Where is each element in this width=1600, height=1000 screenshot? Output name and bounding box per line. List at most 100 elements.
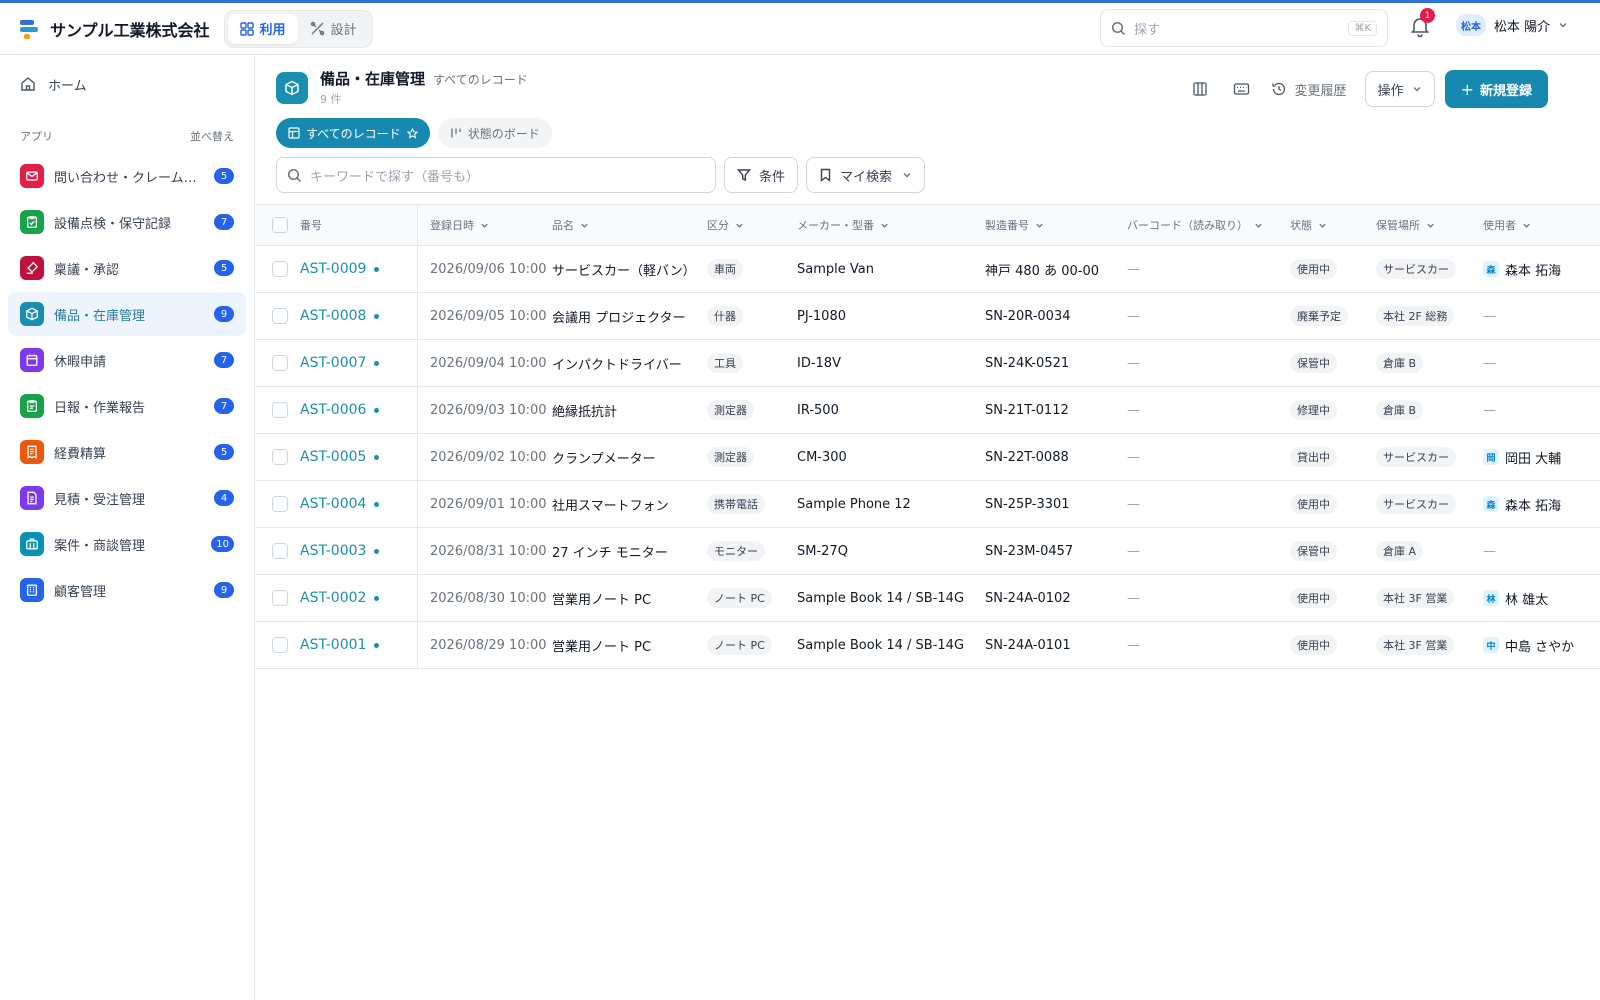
kubun-tag: 工具	[707, 353, 743, 373]
cell-user: 林 雄太	[1505, 592, 1549, 608]
col-header-state[interactable]: 状態	[1290, 217, 1376, 233]
my-search-button[interactable]: マイ検索	[806, 157, 926, 193]
col-header-serial[interactable]: 製造番号	[985, 217, 1127, 233]
new-record-label: 新規登録	[1479, 83, 1532, 99]
select-all-checkbox[interactable]	[272, 217, 288, 233]
row-checkbox[interactable]	[272, 590, 288, 606]
operations-button[interactable]: 操作	[1364, 71, 1435, 107]
record-link[interactable]: AST-0002	[300, 590, 366, 606]
sidebar-item-home-label: ホーム	[48, 78, 87, 94]
table-row[interactable]: AST-0009 2026/09/06 10:00 サービスカー（軽バン） 車両 Sam…	[256, 246, 1600, 293]
filter-button[interactable]: 条件	[724, 157, 799, 193]
user-menu[interactable]: 松本 松本 陽介	[1456, 14, 1568, 36]
sidebar-item-home[interactable]: ホーム	[0, 64, 254, 104]
status-dot	[374, 454, 380, 460]
col-header-barcode[interactable]: バーコード（読み取り）	[1127, 217, 1290, 233]
tab-status-board[interactable]: 状態のボード	[437, 118, 552, 148]
keyword-search-input[interactable]: キーワードで探す（番号も）	[276, 157, 716, 193]
cell-user-wrap: 森森本 拓海	[1483, 495, 1600, 514]
record-link[interactable]: AST-0005	[300, 449, 366, 465]
col-header-name[interactable]: 品名	[552, 217, 707, 233]
history-button[interactable]: 変更履歴	[1271, 80, 1347, 99]
cell-serial: 神戸 480 あ 00-00	[985, 263, 1099, 279]
sidebar-app-item[interactable]: 備品・在庫管理 9	[8, 292, 246, 336]
table-row[interactable]: AST-0001 2026/08/29 10:00 営業用ノート PC ノート PC S…	[256, 622, 1600, 669]
sidebar-app-item[interactable]: 案件・商談管理 10	[8, 522, 246, 566]
row-checkbox[interactable]	[272, 449, 288, 465]
apps-section-header: アプリ 並べ替え	[0, 128, 254, 144]
record-link[interactable]: AST-0001	[300, 637, 366, 653]
sidebar-app-item[interactable]: 休暇申請 7	[8, 338, 246, 382]
record-link[interactable]: AST-0008	[300, 308, 366, 324]
table-row[interactable]: AST-0006 2026/09/03 10:00 絶縁抵抗計 測定器 IR-500 SN…	[256, 387, 1600, 434]
record-link[interactable]: AST-0004	[300, 496, 366, 512]
row-checkbox[interactable]	[272, 543, 288, 559]
global-search-input[interactable]: 探す ⌘K	[1100, 9, 1388, 47]
keyboard-icon[interactable]	[1225, 72, 1259, 106]
col-header-user-label: 使用者	[1483, 219, 1516, 232]
cell-name: 社用スマートフォン	[552, 498, 669, 514]
sidebar-app-item[interactable]: 顧客管理 9	[8, 568, 246, 612]
cell-place: サービスカー	[1376, 494, 1483, 514]
cell-barcode: —	[1127, 355, 1140, 371]
table-row[interactable]: AST-0007 2026/09/04 10:00 インパクトドライバー 工具 ID-1…	[256, 340, 1600, 387]
record-link[interactable]: AST-0006	[300, 402, 366, 418]
sidebar-app-item[interactable]: 日報・作業報告 7	[8, 384, 246, 428]
table-row[interactable]: AST-0002 2026/08/30 10:00 営業用ノート PC ノート PC S…	[256, 575, 1600, 622]
cell-user: 岡田 大輔	[1505, 451, 1562, 467]
mode-use-button[interactable]: 利用	[227, 13, 298, 44]
sidebar-app-item[interactable]: 問い合わせ・クレーム管… 5	[8, 154, 246, 198]
status-badge: 保管中	[1290, 541, 1337, 561]
tab-all-records-label: すべてのレコード	[306, 126, 401, 141]
record-link[interactable]: AST-0003	[300, 543, 366, 559]
cell-name: クランプメーター	[552, 451, 656, 467]
col-header-kubun[interactable]: 区分	[707, 217, 797, 233]
cell-place: 倉庫 A	[1376, 541, 1483, 561]
brand-name: サンプル工業株式会社	[50, 20, 210, 40]
cell-user: —	[1483, 402, 1496, 418]
sidebar-app-item[interactable]: 稟議・承認 5	[8, 246, 246, 290]
row-checkbox[interactable]	[272, 496, 288, 512]
col-header-maker[interactable]: メーカー・型番	[797, 217, 985, 233]
columns-icon[interactable]	[1183, 72, 1217, 106]
new-record-button[interactable]: + 新規登録	[1444, 70, 1548, 108]
col-header-no-label: 番号	[300, 219, 322, 232]
brand[interactable]: サンプル工業株式会社	[18, 17, 210, 41]
cell-no: AST-0007	[294, 340, 418, 386]
mode-design-button[interactable]: 設計	[298, 14, 369, 44]
cell-no: AST-0004	[294, 481, 418, 527]
cell-state: 使用中	[1290, 588, 1376, 608]
table-row[interactable]: AST-0003 2026/08/31 10:00 27 インチ モニター モニター S…	[256, 528, 1600, 575]
sort-apps-button[interactable]: 並べ替え	[190, 128, 234, 144]
cell-user: —	[1483, 543, 1496, 559]
table-row[interactable]: AST-0004 2026/09/01 10:00 社用スマートフォン 携帯電話 Sam…	[256, 481, 1600, 528]
tab-all-records[interactable]: すべてのレコード	[276, 118, 430, 148]
row-checkbox[interactable]	[272, 637, 288, 653]
sidebar-app-count: 7	[214, 352, 234, 368]
tab-status-board-label: 状態のボード	[467, 126, 540, 141]
col-header-user[interactable]: 使用者	[1483, 217, 1600, 233]
building-icon	[20, 578, 44, 602]
col-header-no[interactable]: 番号	[294, 205, 418, 245]
sidebar-app-label: 経費精算	[54, 446, 107, 462]
sidebar-app-item[interactable]: 経費精算 5	[8, 430, 246, 474]
box-icon	[276, 71, 308, 104]
col-header-place[interactable]: 保管場所	[1376, 217, 1483, 233]
star-icon[interactable]	[406, 127, 418, 139]
mail-icon	[20, 164, 44, 188]
table-row[interactable]: AST-0008 2026/09/05 10:00 会議用 プロジェクター 什器 PJ-…	[256, 293, 1600, 340]
sidebar-app-item[interactable]: 設備点検・保守記録 7	[8, 200, 246, 244]
row-checkbox[interactable]	[272, 261, 288, 277]
record-link[interactable]: AST-0007	[300, 355, 366, 371]
col-header-date-label: 登録日時	[430, 219, 474, 232]
col-header-date[interactable]: 登録日時	[418, 217, 552, 233]
sidebar-app-item[interactable]: 見積・受注管理 4	[8, 476, 246, 520]
status-dot	[374, 501, 380, 507]
row-checkbox[interactable]	[272, 355, 288, 371]
row-checkbox[interactable]	[272, 308, 288, 324]
cell-serial: SN-23M-0457	[985, 543, 1074, 559]
record-link[interactable]: AST-0009	[300, 261, 366, 277]
row-checkbox[interactable]	[272, 402, 288, 418]
sidebar-app-count: 7	[214, 214, 234, 230]
table-row[interactable]: AST-0005 2026/09/02 10:00 クランプメーター 測定器 CM-30…	[256, 434, 1600, 481]
